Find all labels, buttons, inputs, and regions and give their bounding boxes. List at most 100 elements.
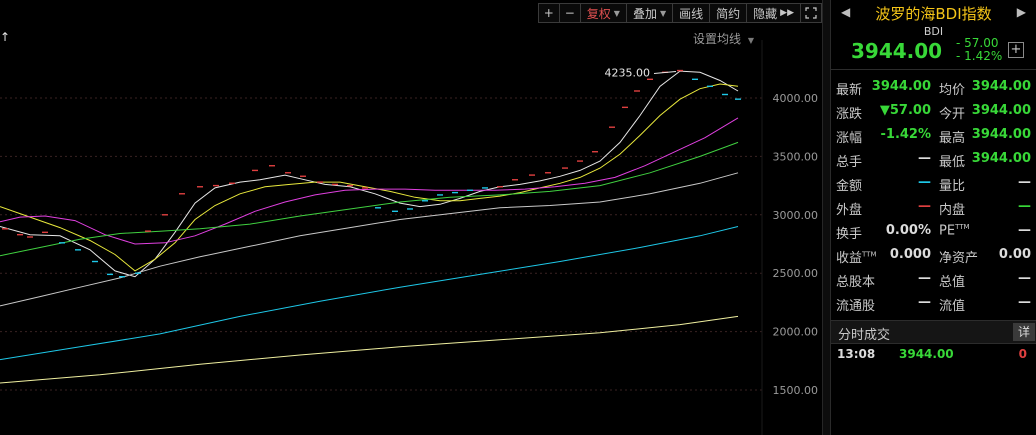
stat-label: 收益TTM [836, 247, 876, 266]
stat-label-text: 最低 [939, 155, 966, 170]
stat-value: — [1018, 295, 1031, 310]
stat-value: 3944.00 [972, 103, 1031, 118]
stat-label: PETTM [939, 223, 970, 238]
stat-value: — [1018, 223, 1031, 238]
stat-row: 外盘 — 内盘 — [831, 196, 1036, 220]
draw-line-button[interactable]: 画线 [672, 3, 711, 23]
stat-label: 金额 [836, 175, 862, 194]
ma-line [0, 117, 739, 245]
stat-label: 总手 [836, 151, 862, 170]
stat-label-text: PE [939, 223, 956, 239]
stat-value: — [1018, 271, 1031, 286]
stat-label: 今开 [939, 103, 965, 122]
y-tick-label: 2500.00 [773, 267, 819, 280]
stat-label: 总股本 [836, 271, 875, 290]
ma-line [0, 83, 739, 272]
tick-row: 13:08 3944.00 0 [831, 346, 1036, 366]
y-tick-label: 3000.00 [773, 209, 819, 222]
stat-value: — [918, 295, 931, 310]
stat-value: 3944.00 [972, 79, 1031, 94]
stat-label: 均价 [939, 79, 965, 98]
stat-label-text: 量比 [939, 179, 966, 194]
ma-line [0, 315, 739, 384]
quote-header: ◀ 波罗的海BDI指数 ▶ BDI 3944.00 - 57.00 - 1.42… [831, 0, 1036, 70]
stat-label-superscript: TTM [955, 223, 970, 231]
stat-label-text: 换手 [836, 227, 863, 242]
candle-marks [2, 69, 741, 278]
stat-value-text: — [918, 175, 931, 190]
stat-label-text: 涨幅 [836, 131, 863, 146]
zoom-out-button[interactable]: − [558, 3, 581, 23]
y-tick-label: 1500.00 [773, 384, 819, 397]
change-percent: - 1.42% [956, 49, 1003, 63]
kline-chart-area[interactable]: 4000.00 3500.00 3000.00 2500.00 2000.00 1500.… [0, 0, 822, 435]
stat-value: — [918, 271, 931, 286]
caret-down-icon: ▼ [613, 8, 620, 18]
stat-label-text: 总手 [836, 155, 863, 170]
stat-label: 总值 [939, 271, 965, 290]
y-axis-labels: 4000.00 3500.00 3000.00 2500.00 2000.00 1500.… [761, 40, 819, 435]
quote-panel: ◀ 波罗的海BDI指数 ▶ BDI 3944.00 - 57.00 - 1.42… [830, 0, 1036, 435]
stat-value-text: -1.42% [880, 127, 932, 142]
ma-settings-label: 设置均线 [693, 32, 742, 46]
stat-label: 最高 [939, 127, 965, 146]
ticks-header: 分时成交 详 [831, 320, 1036, 344]
ma-line [0, 141, 739, 257]
stat-value-text: — [918, 151, 931, 166]
ticks-detail-button[interactable]: 详 [1013, 323, 1035, 341]
stat-label: 量比 [939, 175, 965, 194]
stat-label-text: 涨跌 [836, 107, 863, 122]
kline-chart[interactable]: 4000.00 3500.00 3000.00 2500.00 2000.00 1500.… [0, 0, 822, 435]
stat-label-text: 流通股 [836, 299, 876, 314]
stat-value: -1.42% [881, 127, 932, 142]
fullscreen-button[interactable] [800, 3, 822, 23]
stat-label: 涨跌 [836, 103, 862, 122]
stat-row: 最新 3944.00 均价 3944.00 [831, 76, 1036, 100]
ma-line [0, 70, 739, 278]
stat-value-text: 0.00 [998, 247, 1031, 262]
up-arrow-icon: ↑ [0, 30, 11, 44]
ma-line [0, 226, 739, 361]
grid-lines [0, 97, 762, 391]
next-symbol-icon[interactable]: ▶ [1017, 5, 1026, 19]
ma-settings-dropdown[interactable]: 设置均线 ▼ [693, 30, 754, 47]
stat-label: 涨幅 [836, 127, 862, 146]
high-annotation: 4235.00 [605, 67, 677, 80]
stat-value: 3944.00 [972, 151, 1031, 166]
caret-down-icon: ▼ [747, 36, 754, 45]
stat-value-text: 0.00% [885, 223, 931, 238]
stat-label-text: 均价 [939, 83, 966, 98]
stat-row: 流通股 — 流值 — [831, 292, 1036, 316]
vertical-scrollbar[interactable] [822, 0, 830, 435]
stat-label: 流值 [939, 295, 965, 314]
stat-value: 0.00% [886, 223, 931, 238]
zoom-in-button[interactable]: + [537, 3, 560, 23]
add-watchlist-button[interactable]: + [1008, 42, 1024, 58]
stat-label: 最低 [939, 151, 965, 170]
stat-value: ▼57.00 [880, 103, 931, 118]
stat-label: 外盘 [836, 199, 862, 218]
hide-button[interactable]: 隐藏 ▶▶ [746, 3, 801, 23]
stat-label-text: 总股本 [836, 275, 876, 290]
stat-value-text: — [1018, 223, 1031, 238]
y-tick-label: 2000.00 [773, 326, 819, 339]
stat-value-text: — [1018, 295, 1031, 310]
stat-label-text: 内盘 [939, 203, 966, 218]
stat-value-text: 3944.00 [971, 127, 1031, 142]
brief-button[interactable]: 简约 [709, 3, 748, 23]
stat-label-text: 最新 [836, 83, 863, 98]
stat-value: — [918, 151, 931, 166]
y-tick-label: 3500.00 [773, 150, 819, 163]
stat-value: — [918, 199, 931, 214]
stat-value-text: 3944.00 [871, 79, 931, 94]
stat-label-text: 总值 [939, 275, 966, 290]
stat-value-text: — [918, 295, 931, 310]
overlay-dropdown[interactable]: 叠加 ▼ [625, 3, 674, 23]
stat-value-text: — [918, 271, 931, 286]
tick-volume: 0 [1018, 347, 1027, 361]
stat-value-text: 3944.00 [971, 151, 1031, 166]
adjust-dropdown[interactable]: 复权 ▼ [579, 3, 627, 23]
stat-row: 收益TTM 0.000 净资产 0.00 [831, 244, 1036, 268]
stat-label-text: 外盘 [836, 203, 863, 218]
stat-value-text: — [1018, 199, 1031, 214]
